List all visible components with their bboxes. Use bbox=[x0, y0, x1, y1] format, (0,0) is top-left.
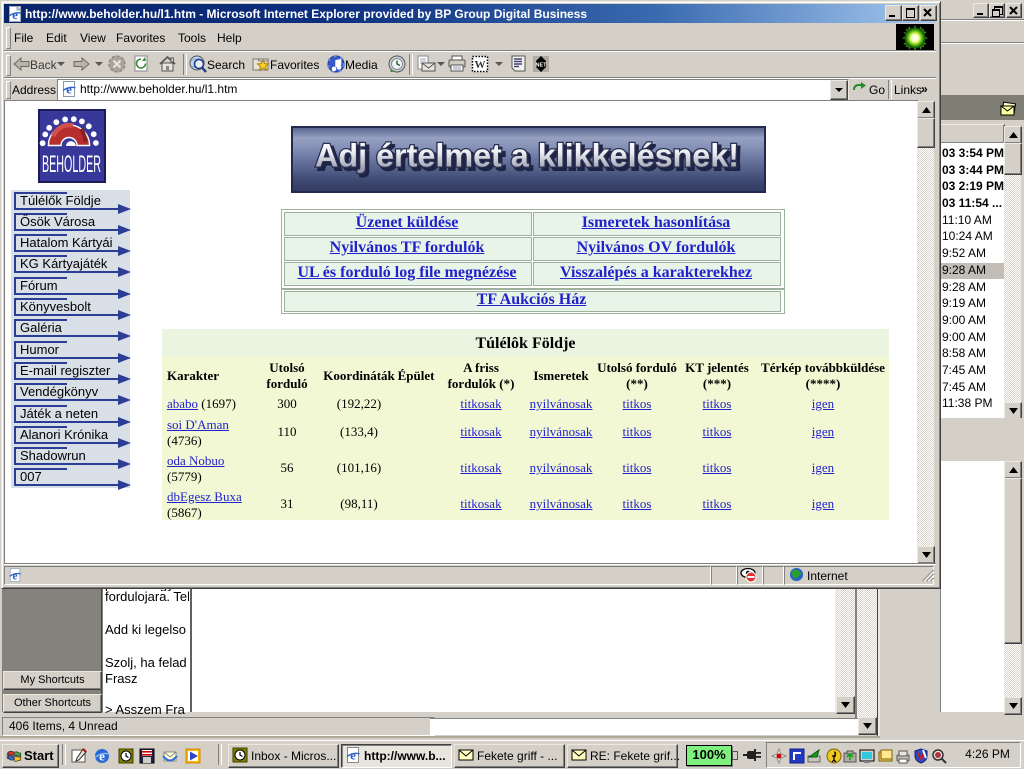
svg-text:BEHOLDER: BEHOLDER bbox=[42, 151, 101, 178]
svg-text:NET: NET bbox=[536, 63, 548, 69]
svg-text:Adj értelmet a klikkelésnek!: Adj értelmet a klikkelésnek! bbox=[315, 138, 739, 174]
svg-text:e: e bbox=[350, 748, 356, 763]
svg-text:e: e bbox=[66, 82, 72, 97]
svg-text:e: e bbox=[99, 749, 105, 764]
svg-text:W: W bbox=[475, 59, 486, 71]
svg-text:e: e bbox=[12, 7, 18, 22]
svg-text:e: e bbox=[12, 570, 17, 582]
